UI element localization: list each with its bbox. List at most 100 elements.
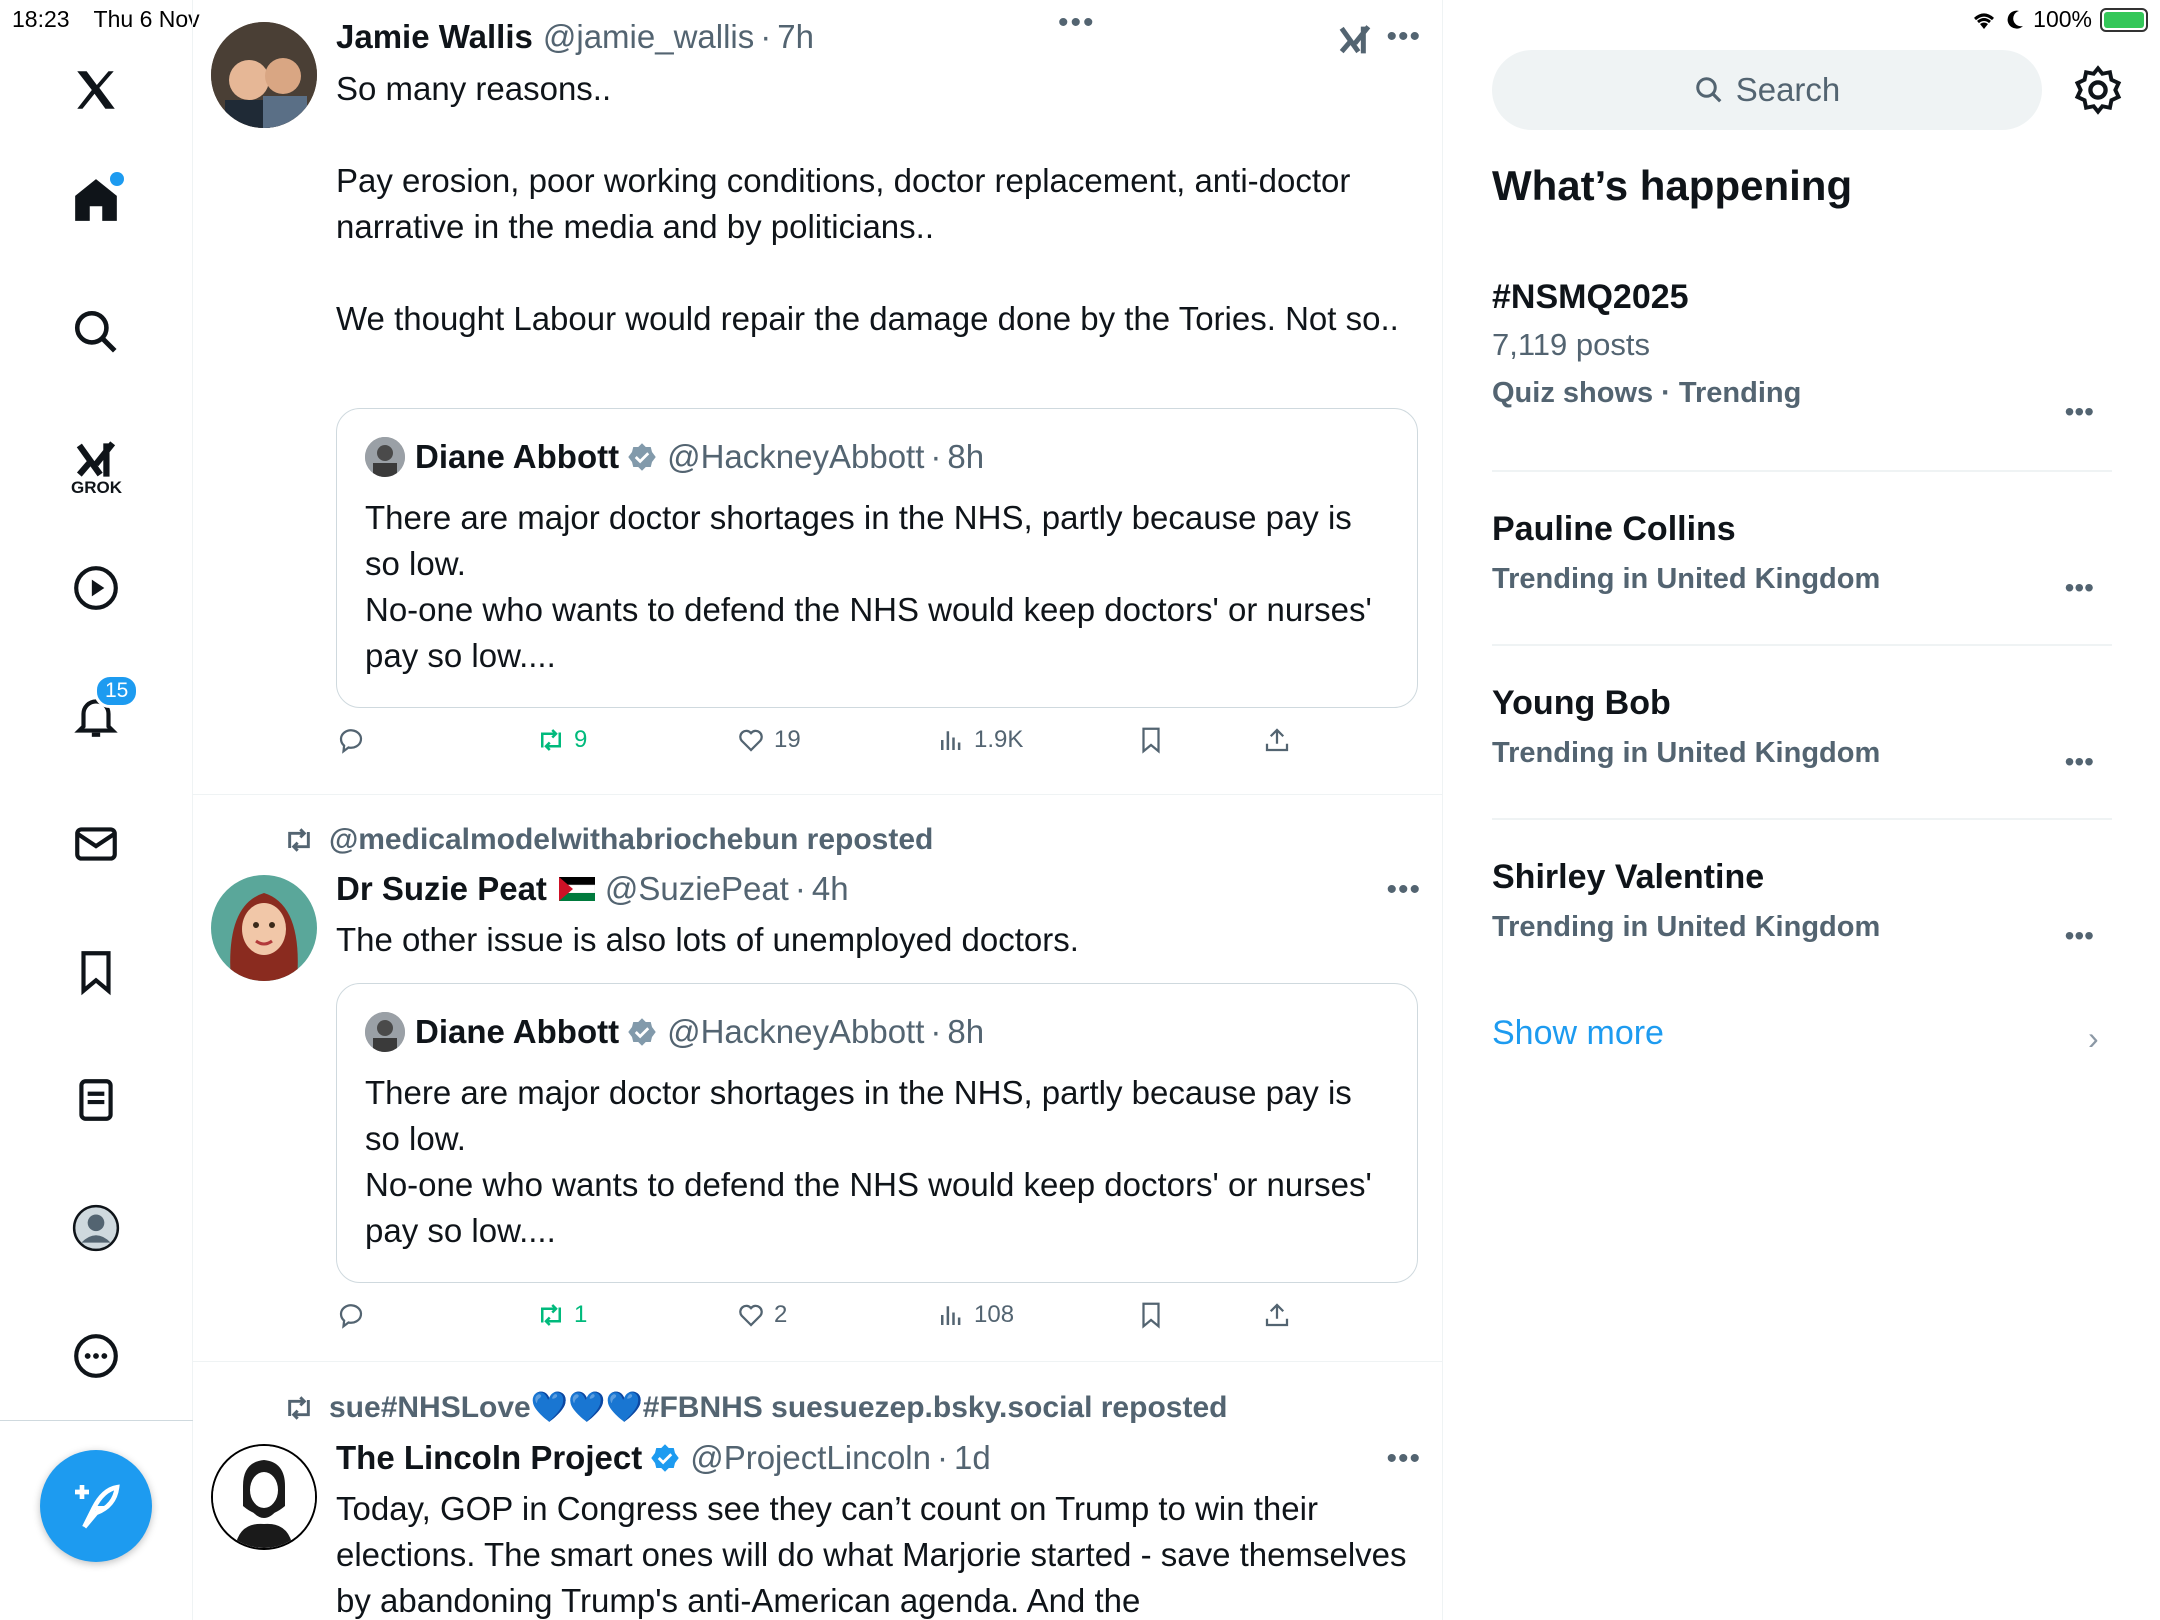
like-count: 2: [774, 1301, 788, 1328]
views-bar-icon: [941, 731, 961, 750]
reply-icon: [339, 729, 363, 754]
retweet-icon: [541, 1304, 561, 1326]
reply-icon: [339, 1304, 363, 1329]
quote-avatar: [365, 1012, 405, 1052]
grok-explain-icon[interactable]: [1335, 20, 1375, 60]
avatar[interactable]: [211, 22, 317, 128]
quoted-tweet[interactable]: Diane Abbott @HackneyAbbott · 8h There a…: [336, 408, 1418, 708]
share-icon: [1265, 728, 1289, 752]
avatar[interactable]: [211, 1444, 317, 1550]
notifications-bell-icon[interactable]: 15: [56, 674, 140, 756]
tweet-card[interactable]: @medicalmodelwithabriochebun reposted Dr…: [193, 795, 1442, 1362]
author-handle[interactable]: @SuziePeat: [605, 870, 789, 908]
trend-more-icon[interactable]: •••: [2065, 746, 2094, 778]
trend-name: Young Bob: [1492, 684, 1671, 722]
x-logo-icon[interactable]: [56, 50, 136, 130]
quoted-tweet[interactable]: Diane Abbott @HackneyAbbott · 8h There a…: [336, 983, 1418, 1283]
quote-author-name: Diane Abbott: [415, 1013, 620, 1050]
retweet-count: 1: [574, 1301, 588, 1328]
quote-text: There are major doctor shortages in the …: [365, 499, 1372, 674]
home-icon[interactable]: [56, 160, 136, 240]
trend-category: Quiz shows · Trending: [1492, 377, 1802, 409]
reply-button[interactable]: [336, 725, 374, 755]
tweet-card[interactable]: sue#NHSLove💙💙💙#FBNHS suesuezep.bsky.soci…: [193, 1362, 1442, 1620]
x-logo-svg: [77, 71, 115, 109]
lists-icon[interactable]: [56, 1060, 136, 1140]
trend-item[interactable]: Shirley Valentine Trending in United Kin…: [1492, 858, 2112, 951]
trend-separator: [1492, 818, 2112, 820]
views-button[interactable]: 1.9K: [936, 725, 1023, 755]
retweet-button[interactable]: 9: [536, 725, 587, 755]
more-options-icon[interactable]: [56, 1316, 136, 1396]
feather-plus-icon: [75, 1484, 120, 1529]
quote-author-name: Diane Abbott: [415, 438, 620, 475]
tweet-header: Jamie Wallis @jamie_wallis · 7h: [336, 18, 814, 56]
right-sidebar: Search What’s happening #NSMQ2025 7,119 …: [1444, 0, 2160, 1620]
compose-post-button[interactable]: [40, 1450, 152, 1562]
quote-avatar: [365, 437, 405, 477]
bookmark-icon: [1142, 1302, 1160, 1329]
tweet-card[interactable]: Jamie Wallis @jamie_wallis · 7h ••• So m…: [193, 0, 1442, 795]
chevron-right-icon: ›: [2088, 1020, 2099, 1056]
tweet-more-icon[interactable]: •••: [1386, 20, 1421, 54]
trend-item[interactable]: Pauline Collins Trending in United Kingd…: [1492, 510, 2112, 603]
views-count: 108: [974, 1301, 1015, 1328]
retweet-button[interactable]: 1: [536, 1300, 587, 1330]
bookmark-button[interactable]: [1136, 1300, 1166, 1330]
trend-more-icon[interactable]: •••: [2065, 396, 2094, 428]
quote-header: Diane Abbott @HackneyAbbott · 8h: [365, 437, 984, 477]
trend-name: Shirley Valentine: [1492, 858, 1765, 896]
gear-icon[interactable]: [2072, 64, 2124, 116]
repost-by-text[interactable]: @medicalmodelwithabriochebun reposted: [329, 823, 933, 857]
tweet-header: Dr Suzie Peat @SuziePeat · 4h: [336, 870, 849, 908]
profile-avatar-icon[interactable]: [56, 1188, 136, 1268]
post-time[interactable]: 7h: [777, 18, 814, 56]
bookmarks-icon[interactable]: [56, 932, 136, 1012]
trend-item[interactable]: #NSMQ2025 7,119 posts Quiz shows · Trend…: [1492, 278, 2112, 427]
share-icon: [1265, 1303, 1289, 1327]
verified-badge-icon: [628, 1018, 656, 1046]
quote-text: There are major doctor shortages in the …: [365, 1074, 1372, 1249]
separator-dot: ·: [794, 870, 806, 907]
show-more-link[interactable]: Show more: [1492, 1014, 1664, 1053]
reply-button[interactable]: [336, 1300, 374, 1330]
profile-svg: [72, 1204, 120, 1252]
envelope-svg: [75, 827, 117, 861]
video-play-icon[interactable]: [56, 548, 136, 628]
messages-envelope-icon[interactable]: [56, 804, 136, 884]
trend-more-icon[interactable]: •••: [2065, 920, 2094, 952]
share-button[interactable]: [1262, 1300, 1292, 1330]
post-time[interactable]: 1d: [954, 1439, 991, 1477]
author-name[interactable]: The Lincoln Project: [336, 1439, 642, 1477]
like-button[interactable]: 2: [736, 1300, 787, 1330]
author-handle[interactable]: @ProjectLincoln: [690, 1439, 931, 1477]
avatar[interactable]: [211, 875, 317, 981]
search-input[interactable]: Search: [1492, 50, 2042, 130]
author-handle[interactable]: @jamie_wallis: [543, 18, 754, 56]
tweet-text: So many reasons.. Pay erosion, poor work…: [336, 70, 1399, 337]
like-button[interactable]: 19: [736, 725, 801, 755]
tweet-more-icon[interactable]: •••: [1386, 873, 1421, 907]
author-name[interactable]: Dr Suzie Peat: [336, 870, 547, 908]
post-time[interactable]: 4h: [812, 870, 849, 908]
trend-separator: [1492, 470, 2112, 472]
tweet-more-icon[interactable]: •••: [1386, 1442, 1421, 1476]
quote-time: 8h: [947, 438, 985, 475]
repost-indicator: @medicalmodelwithabriochebun reposted: [283, 823, 933, 857]
trend-category: Trending in United Kingdom: [1492, 563, 1881, 595]
heart-icon: [739, 1304, 763, 1327]
left-nav: GROK 15: [0, 0, 193, 1620]
notifications-badge: 15: [94, 674, 140, 708]
trend-item[interactable]: Young Bob Trending in United Kingdom •••: [1492, 684, 2112, 777]
bookmark-button[interactable]: [1136, 725, 1166, 755]
home-unread-dot: [110, 172, 124, 186]
share-button[interactable]: [1262, 725, 1292, 755]
lists-svg: [79, 1079, 113, 1121]
search-icon[interactable]: [56, 292, 136, 372]
views-button[interactable]: 108: [936, 1300, 1014, 1330]
tweet-actions: 9 19 1.9K: [336, 725, 1436, 765]
author-name[interactable]: Jamie Wallis: [336, 18, 533, 56]
trend-more-icon[interactable]: •••: [2065, 572, 2094, 604]
repost-by-text[interactable]: sue#NHSLove💙💙💙#FBNHS suesuezep.bsky.soci…: [329, 1390, 1227, 1425]
verified-badge-icon: [628, 443, 656, 471]
